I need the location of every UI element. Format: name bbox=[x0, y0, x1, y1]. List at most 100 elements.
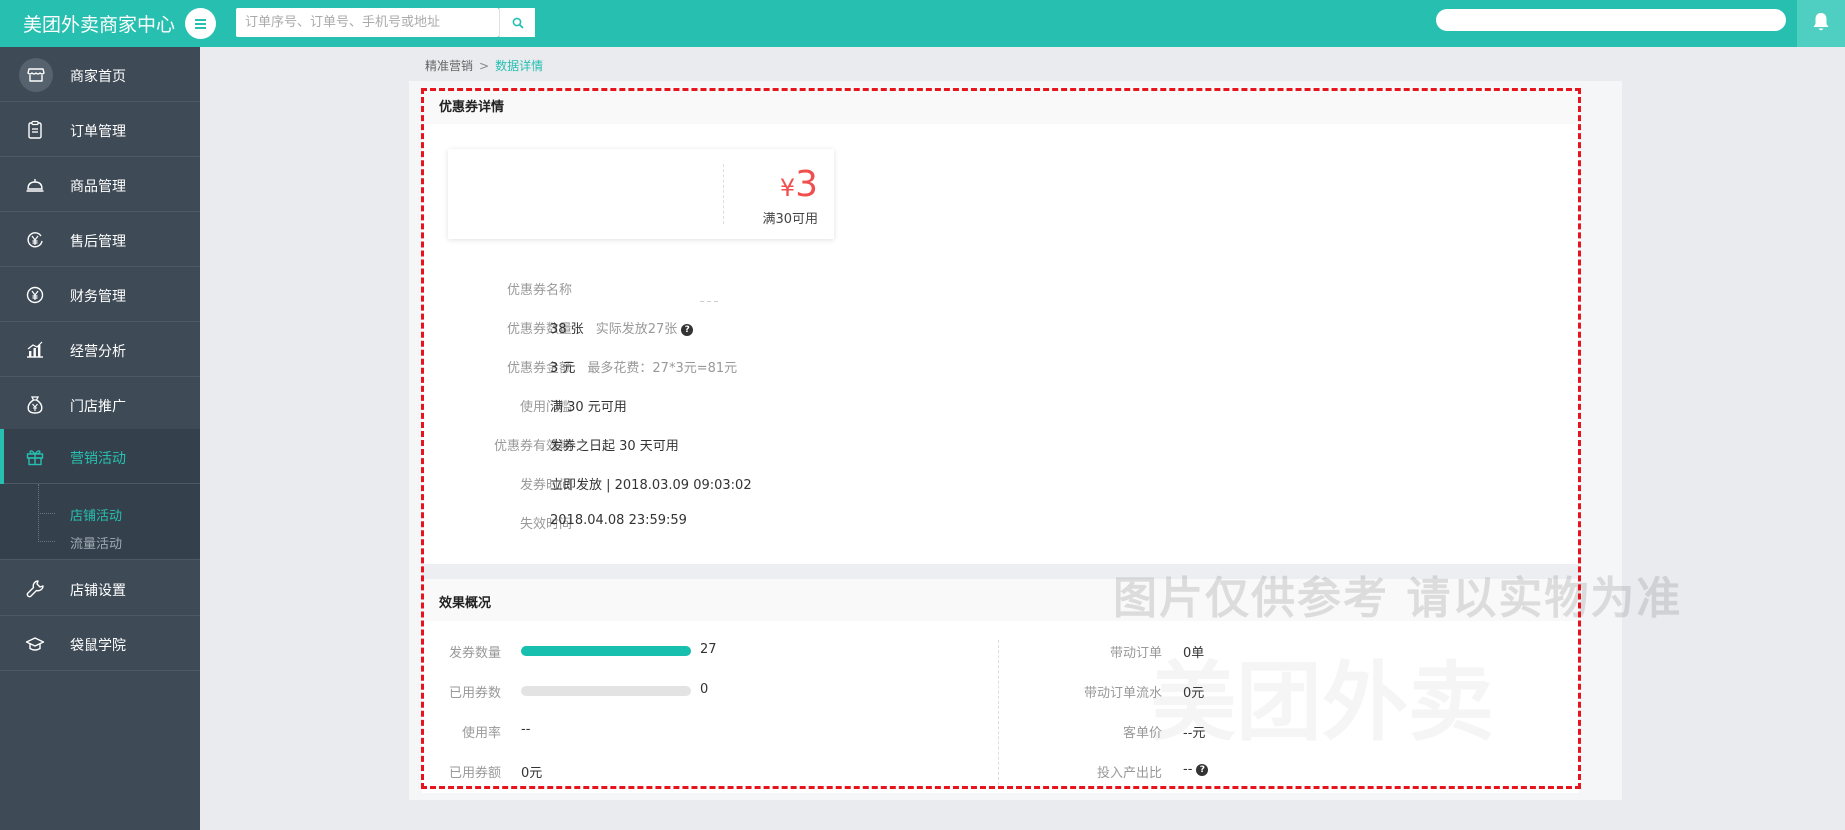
breadcrumb-parent-link[interactable]: 精准营销 bbox=[425, 59, 473, 73]
sidebar-item-orders[interactable]: 订单管理 bbox=[0, 102, 200, 157]
progress-fill bbox=[521, 646, 691, 656]
sidebar-item-label: 袋鼠学院 bbox=[70, 638, 126, 654]
detail-note: 最多花费：27*3元=81元 bbox=[587, 361, 738, 376]
coupon-amount: ¥3 bbox=[780, 164, 818, 205]
coupon-condition: 满30可用 bbox=[762, 212, 818, 227]
effect-row-used-amount: 已用券额 0元 bbox=[422, 762, 752, 782]
effect-row-avg-price: 客单价 --元 bbox=[1040, 722, 1340, 742]
food-cloche-icon bbox=[26, 179, 44, 192]
hamburger-icon bbox=[195, 27, 206, 29]
store-icon bbox=[27, 68, 45, 82]
detail-value: 发券之日起 30 天可用 bbox=[550, 439, 679, 454]
detail-row-coupon-name: 优惠券名称 bbox=[422, 279, 1222, 302]
effect-value: -- bbox=[1183, 762, 1193, 777]
menu-toggle-button[interactable] bbox=[185, 8, 216, 39]
coupon-amount-value: 3 bbox=[795, 164, 818, 205]
gift-icon bbox=[26, 450, 44, 466]
sidebar-item-store-settings[interactable]: 店铺设置 bbox=[0, 561, 200, 616]
effect-value: 27 bbox=[700, 642, 717, 657]
sidebar-item-label: 门店推广 bbox=[70, 399, 126, 415]
top-right-field[interactable] bbox=[1436, 9, 1786, 31]
sidebar-item-label: 经营分析 bbox=[70, 344, 126, 360]
sidebar-item-marketing[interactable]: 营销活动 bbox=[0, 429, 200, 484]
effect-value: -- bbox=[521, 722, 531, 737]
used-progress-bar bbox=[521, 686, 691, 696]
effect-label: 带动订单 bbox=[1109, 646, 1162, 661]
detail-row-expire-time: 失效时间 2018.04.08 23:59:59 bbox=[422, 513, 1222, 533]
wrench-icon bbox=[26, 580, 44, 598]
effect-overview-header: 效果概况 bbox=[422, 579, 1579, 621]
detail-row-issue-time: 发券时间 立即发放 | 2018.03.09 09:03:02 bbox=[422, 474, 1222, 494]
order-search-box bbox=[236, 8, 499, 37]
sidebar-item-label: 商家首页 bbox=[70, 69, 126, 85]
graduation-cap-icon bbox=[25, 637, 45, 651]
coupon-detail-header: 优惠券详情 bbox=[422, 87, 1579, 124]
search-icon bbox=[512, 17, 524, 29]
effect-label: 投入产出比 bbox=[1096, 766, 1162, 781]
section-title: 效果概况 bbox=[439, 596, 492, 611]
effect-value: 0单 bbox=[1183, 646, 1205, 661]
effect-label: 已用券额 bbox=[448, 766, 501, 781]
detail-value: 3 元 bbox=[550, 361, 576, 376]
search-button[interactable] bbox=[499, 8, 535, 37]
detail-row-coupon-amount: 优惠券金额 3 元最多花费：27*3元=81元 bbox=[422, 357, 1222, 377]
app-title: 美团外卖商家中心 bbox=[23, 14, 176, 36]
detail-row-threshold: 使用门槛 满 30 元可用 bbox=[422, 396, 1222, 416]
detail-value: 2018.04.08 23:59:59 bbox=[550, 513, 687, 528]
section-title: 优惠券详情 bbox=[439, 100, 505, 115]
redacted-name bbox=[697, 291, 718, 306]
sidebar-item-label: 订单管理 bbox=[70, 124, 126, 140]
effect-label: 带动订单流水 bbox=[1083, 686, 1162, 701]
detail-value: 满 30 元可用 bbox=[550, 400, 627, 415]
detail-row-validity: 优惠券有效期 发券之日起 30 天可用 bbox=[422, 435, 1222, 455]
subnav-item-label: 流量活动 bbox=[70, 537, 123, 552]
issued-progress-bar bbox=[521, 646, 691, 656]
sidebar-item-label: 店铺设置 bbox=[70, 583, 126, 599]
detail-value: 38 张 bbox=[550, 322, 584, 337]
sidebar-item-products[interactable]: 商品管理 bbox=[0, 157, 200, 212]
effect-value: --元 bbox=[1183, 726, 1206, 741]
effect-label: 使用率 bbox=[461, 726, 501, 741]
sidebar-item-after-sales[interactable]: 售后管理 bbox=[0, 212, 200, 267]
effect-row-usage-rate: 使用率 -- bbox=[422, 722, 752, 742]
breadcrumb-current: 数据详情 bbox=[495, 59, 544, 73]
coupon-divider bbox=[723, 164, 724, 224]
effect-row-roi: 投入产出比 --? bbox=[1040, 762, 1340, 782]
help-icon[interactable]: ? bbox=[1196, 764, 1209, 776]
hamburger-icon bbox=[195, 23, 206, 25]
effect-row-used: 已用券数 0 bbox=[422, 682, 752, 702]
yen-circle-icon bbox=[27, 232, 43, 248]
active-indicator bbox=[0, 429, 4, 484]
effect-value: 0 bbox=[700, 682, 709, 697]
detail-value: 立即发放 | 2018.03.09 09:03:02 bbox=[550, 478, 752, 493]
sidebar-item-finance[interactable]: 财务管理 bbox=[0, 267, 200, 322]
clipboard-icon bbox=[28, 120, 42, 139]
sidebar-item-analytics[interactable]: 经营分析 bbox=[0, 322, 200, 377]
top-bar: 美团外卖商家中心 bbox=[0, 0, 1845, 47]
effect-column-divider bbox=[998, 640, 999, 785]
subnav-item-store-activity[interactable]: 店铺活动 bbox=[38, 504, 188, 524]
money-bag-icon bbox=[27, 396, 43, 414]
bell-icon bbox=[1813, 13, 1829, 31]
breadcrumb-separator: > bbox=[479, 59, 490, 73]
effect-label: 客单价 bbox=[1122, 726, 1162, 741]
help-icon[interactable]: ? bbox=[681, 324, 694, 336]
detail-row-coupon-quantity: 优惠券数量 38 张实际发放27张? bbox=[422, 318, 1222, 338]
effect-value: 0元 bbox=[521, 766, 543, 781]
effect-row-orders: 带动订单 0单 bbox=[1040, 642, 1340, 662]
subnav-item-traffic-activity[interactable]: 流量活动 bbox=[38, 532, 188, 552]
effect-row-order-revenue: 带动订单流水 0元 bbox=[1040, 682, 1340, 702]
sidebar-item-home[interactable]: 商家首页 bbox=[0, 47, 200, 102]
sidebar-item-label: 营销活动 bbox=[70, 451, 126, 467]
sidebar-item-promotion[interactable]: 门店推广 bbox=[0, 377, 200, 432]
marketing-subnav: 店铺活动 流量活动 bbox=[0, 484, 200, 560]
order-search-input[interactable] bbox=[236, 8, 498, 37]
effect-value: 0元 bbox=[1183, 686, 1205, 701]
subnav-item-label: 店铺活动 bbox=[70, 509, 123, 524]
notification-button[interactable] bbox=[1797, 0, 1845, 47]
currency-symbol: ¥ bbox=[779, 174, 796, 202]
effect-row-issued: 发券数量 27 bbox=[422, 642, 752, 662]
sidebar-item-academy[interactable]: 袋鼠学院 bbox=[0, 616, 200, 671]
sidebar-item-label: 商品管理 bbox=[70, 179, 126, 195]
effect-label: 发券数量 bbox=[448, 646, 501, 661]
